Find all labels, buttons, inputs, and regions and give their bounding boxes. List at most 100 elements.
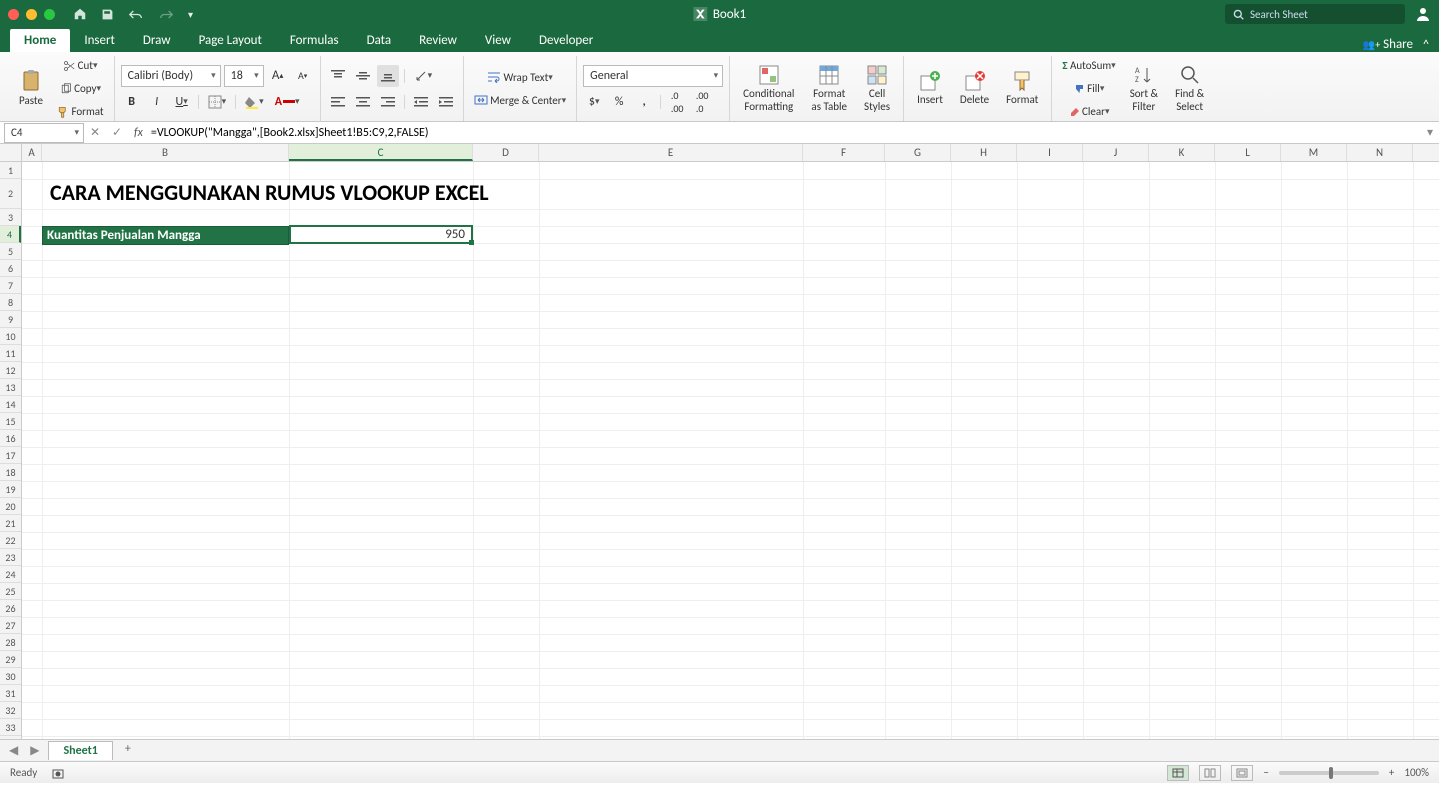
col-header-C[interactable]: C	[289, 144, 473, 161]
row-header-30[interactable]: 30	[0, 668, 21, 685]
row-header-18[interactable]: 18	[0, 464, 21, 481]
bold-button[interactable]: B	[121, 91, 143, 113]
col-header-I[interactable]: I	[1017, 144, 1083, 161]
sort-filter-button[interactable]: AZSort & Filter	[1123, 61, 1165, 117]
italic-button[interactable]: I	[146, 91, 168, 113]
col-header-A[interactable]: A	[22, 144, 42, 161]
tab-home[interactable]: Home	[10, 29, 70, 52]
comma-button[interactable]: ,	[633, 91, 655, 113]
number-format-select[interactable]: General	[583, 65, 723, 87]
row-header-32[interactable]: 32	[0, 702, 21, 719]
cell-b2-title[interactable]: CARA MENGGUNAKAN RUMUS VLOOKUP EXCEL	[50, 179, 489, 206]
row-header-34[interactable]: 34	[0, 736, 21, 739]
tab-formulas[interactable]: Formulas	[276, 29, 353, 52]
col-header-H[interactable]: H	[951, 144, 1017, 161]
minimize-window-button[interactable]	[26, 9, 37, 20]
cell-c4-active[interactable]: 950	[289, 225, 473, 244]
row-header-20[interactable]: 20	[0, 498, 21, 515]
clear-button[interactable]: Clear	[1058, 101, 1119, 123]
increase-font-button[interactable]: A▴	[267, 65, 289, 87]
zoom-out-button[interactable]: −	[1263, 766, 1268, 779]
zoom-in-button[interactable]: +	[1389, 766, 1394, 779]
borders-button[interactable]	[204, 91, 231, 113]
col-header-F[interactable]: F	[803, 144, 885, 161]
row-header-8[interactable]: 8	[0, 294, 21, 311]
row-header-19[interactable]: 19	[0, 481, 21, 498]
align-middle-button[interactable]	[352, 65, 374, 87]
insert-cells-button[interactable]: Insert	[910, 61, 950, 117]
sheet-nav-next-button[interactable]: ▶	[27, 743, 42, 758]
maximize-window-button[interactable]	[44, 9, 55, 20]
conditional-formatting-button[interactable]: Conditional Formatting	[736, 61, 801, 117]
format-cells-button[interactable]: Format	[999, 61, 1045, 117]
tab-review[interactable]: Review	[405, 29, 471, 52]
cells-area[interactable]: CARA MENGGUNAKAN RUMUS VLOOKUP EXCEL Kua…	[22, 162, 1439, 739]
formula-input[interactable]	[149, 126, 1421, 140]
row-header-21[interactable]: 21	[0, 515, 21, 532]
enter-formula-button[interactable]: ✓	[106, 125, 128, 140]
copy-button[interactable]: Copy	[53, 78, 108, 100]
percent-button[interactable]: %	[608, 91, 630, 113]
page-layout-view-button[interactable]	[1199, 765, 1221, 781]
column-headers[interactable]: ABCDEFGHIJKLMN	[22, 144, 1439, 162]
merge-center-button[interactable]: Merge & Center	[470, 89, 571, 111]
row-header-31[interactable]: 31	[0, 685, 21, 702]
select-all-corner[interactable]	[0, 144, 22, 162]
name-box[interactable]: C4	[4, 123, 84, 143]
font-color-button[interactable]: A	[271, 91, 304, 113]
decrease-font-button[interactable]: A▾	[292, 65, 314, 87]
save-icon[interactable]	[101, 8, 114, 21]
close-window-button[interactable]	[8, 9, 19, 20]
col-header-G[interactable]: G	[885, 144, 951, 161]
collapse-ribbon-icon[interactable]: ^	[1423, 38, 1429, 52]
col-header-D[interactable]: D	[473, 144, 539, 161]
spreadsheet-grid[interactable]: ABCDEFGHIJKLMN 1234567891011121314151617…	[0, 144, 1439, 739]
row-header-24[interactable]: 24	[0, 566, 21, 583]
normal-view-button[interactable]	[1167, 765, 1189, 781]
align-left-button[interactable]	[327, 91, 349, 113]
undo-icon[interactable]	[128, 8, 144, 21]
format-painter-button[interactable]: Format	[53, 101, 108, 123]
align-center-button[interactable]	[352, 91, 374, 113]
tab-insert[interactable]: Insert	[70, 29, 129, 52]
col-header-M[interactable]: M	[1281, 144, 1347, 161]
fill-button[interactable]: Fill	[1058, 78, 1119, 100]
user-icon[interactable]	[1415, 6, 1431, 22]
cancel-formula-button[interactable]: ✕	[84, 125, 106, 140]
row-header-4[interactable]: 4	[0, 226, 21, 243]
macro-record-icon[interactable]	[51, 766, 65, 780]
underline-button[interactable]: U	[171, 91, 193, 113]
sheet-nav-prev-button[interactable]: ◀	[6, 743, 21, 758]
row-header-16[interactable]: 16	[0, 430, 21, 447]
font-name-select[interactable]: Calibri (Body)	[121, 65, 221, 87]
row-header-7[interactable]: 7	[0, 277, 21, 294]
paste-button[interactable]: Paste	[12, 61, 50, 117]
col-header-K[interactable]: K	[1149, 144, 1215, 161]
row-header-5[interactable]: 5	[0, 243, 21, 260]
home-icon[interactable]	[73, 7, 87, 21]
cut-button[interactable]: Cut	[53, 55, 108, 77]
row-header-17[interactable]: 17	[0, 447, 21, 464]
zoom-slider[interactable]	[1279, 771, 1379, 775]
col-header-E[interactable]: E	[539, 144, 803, 161]
row-header-9[interactable]: 9	[0, 311, 21, 328]
row-header-28[interactable]: 28	[0, 634, 21, 651]
page-break-view-button[interactable]	[1231, 765, 1253, 781]
row-header-12[interactable]: 12	[0, 362, 21, 379]
tab-view[interactable]: View	[471, 29, 525, 52]
tab-developer[interactable]: Developer	[525, 29, 607, 52]
row-header-1[interactable]: 1	[0, 162, 21, 179]
col-header-L[interactable]: L	[1215, 144, 1281, 161]
row-header-33[interactable]: 33	[0, 719, 21, 736]
row-header-14[interactable]: 14	[0, 396, 21, 413]
row-header-29[interactable]: 29	[0, 651, 21, 668]
col-header-J[interactable]: J	[1083, 144, 1149, 161]
increase-decimal-button[interactable]: .0.00	[666, 91, 688, 113]
decrease-decimal-button[interactable]: .00.0	[691, 91, 713, 113]
row-header-23[interactable]: 23	[0, 549, 21, 566]
row-header-6[interactable]: 6	[0, 260, 21, 277]
search-sheet-box[interactable]	[1225, 4, 1405, 24]
fx-icon[interactable]: fx	[134, 126, 143, 140]
row-header-11[interactable]: 11	[0, 345, 21, 362]
share-button[interactable]: 👥+ Share	[1363, 37, 1413, 52]
